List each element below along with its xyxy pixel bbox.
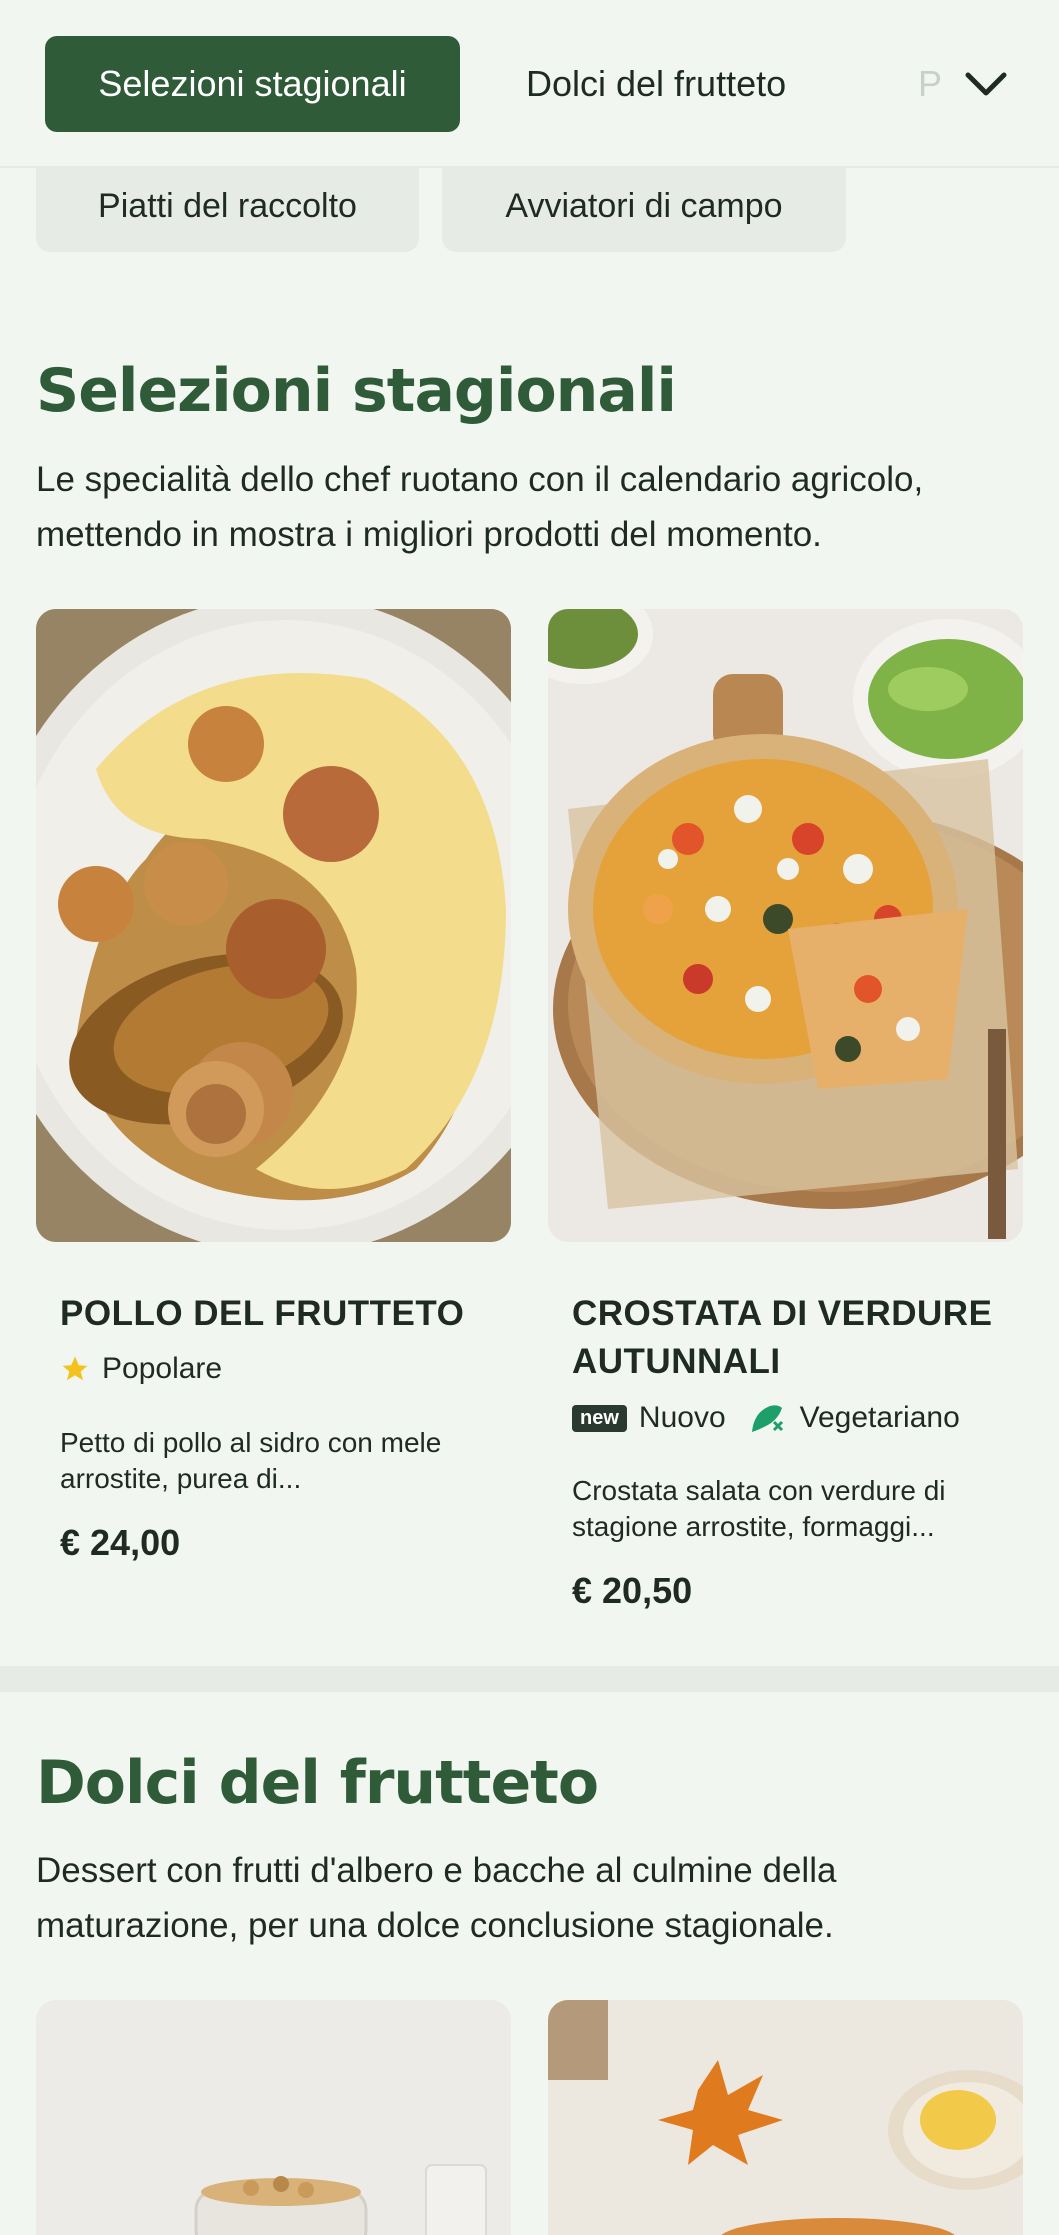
tab-dolci-del-frutteto[interactable]: Dolci del frutteto (526, 36, 786, 132)
dish-tags: new Nuovo Vegetariano (572, 1400, 982, 1436)
dish-image-dessert-1[interactable] (36, 2000, 511, 2235)
tab-piatti-del-raccolto[interactable]: Piatti del raccolto (36, 160, 419, 252)
dish-price: € 20,50 (572, 1570, 693, 1611)
dish-name[interactable]: CROSTATA DI VERDURE AUTUNNALI (572, 1290, 1012, 1386)
dish-image-crostata[interactable] (548, 609, 1023, 1242)
tag-label: Popolare (102, 1352, 223, 1385)
section-title: Dolci del frutteto (36, 1748, 599, 1818)
section-divider (0, 1666, 1059, 1692)
section-description: Le specialità dello chef ruotano con il … (36, 460, 924, 554)
dish-image-dessert-2[interactable] (548, 2000, 1023, 2235)
new-badge: new (572, 1404, 627, 1432)
dish-description: Crostata salata con verdure di stagione … (572, 1475, 946, 1542)
dish-image-pollo[interactable] (36, 609, 511, 1242)
star-icon (60, 1354, 90, 1384)
tab-avviatori-di-campo[interactable]: Avviatori di campo (442, 160, 846, 252)
chevron-down-icon[interactable] (960, 58, 1012, 110)
vegetarian-leaf-icon (748, 1400, 788, 1436)
dish-price: € 24,00 (60, 1522, 181, 1563)
tab-partial[interactable]: P (918, 36, 948, 132)
section-description: Dessert con frutti d'albero e bacche al … (36, 1851, 837, 1945)
section-title: Selezioni stagionali (36, 356, 677, 426)
tab-selezioni-stagionali[interactable]: Selezioni stagionali (45, 36, 460, 132)
dish-description: Petto di pollo al sidro con mele arrosti… (60, 1427, 442, 1494)
dish-name[interactable]: POLLO DEL FRUTTETO (60, 1290, 500, 1338)
category-nav: Selezioni stagionali Dolci del frutteto … (0, 0, 1059, 168)
tag-label: Nuovo (638, 1401, 726, 1434)
dish-tags: Popolare (60, 1352, 244, 1386)
tag-label: Vegetariano (799, 1401, 960, 1434)
